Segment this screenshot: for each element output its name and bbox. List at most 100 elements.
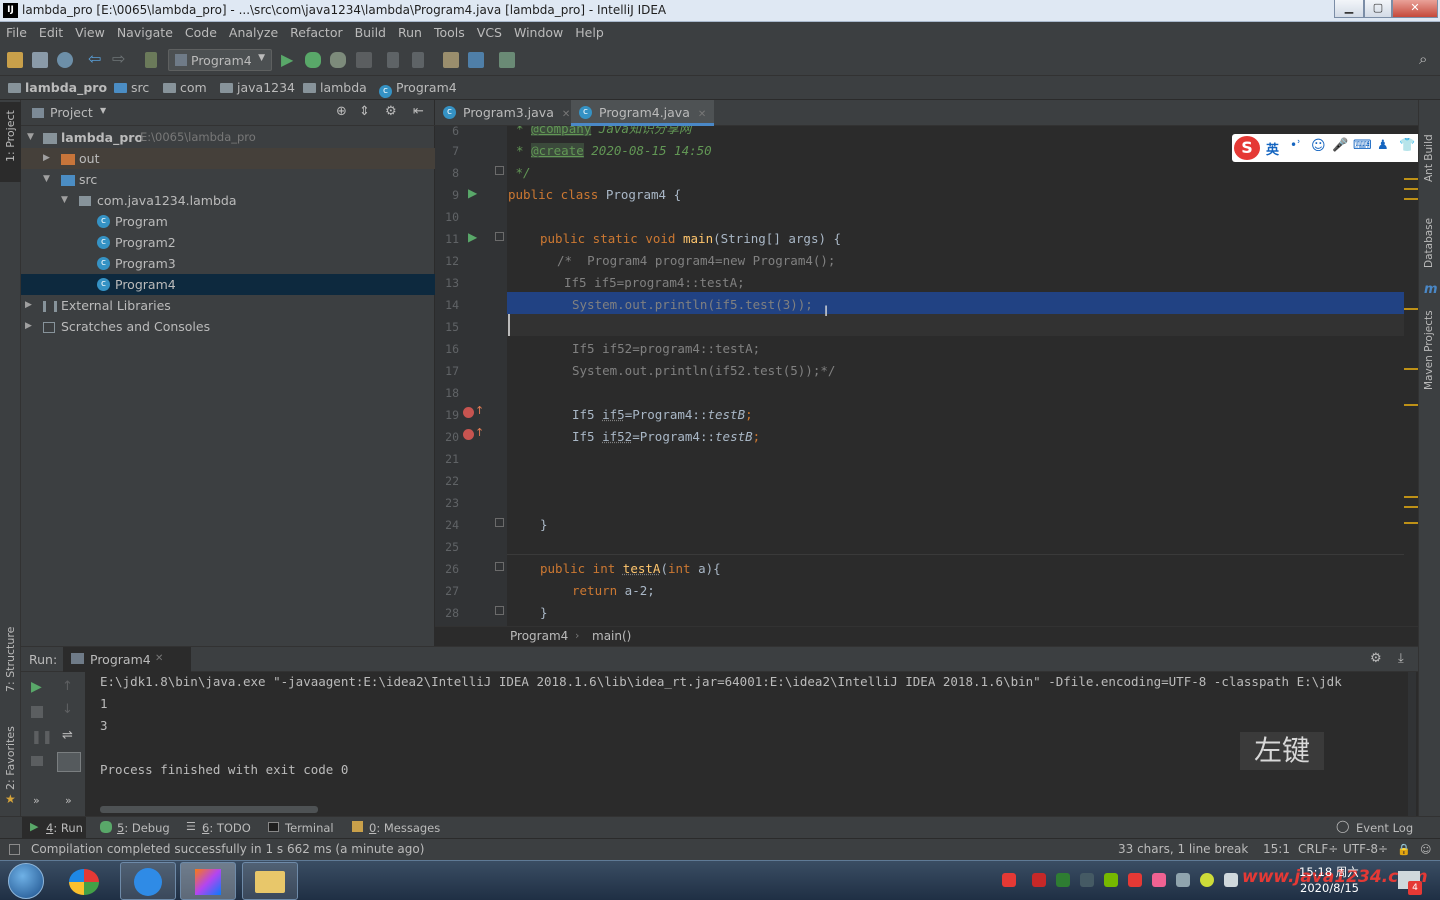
caret-position[interactable]: 15:1: [1263, 842, 1290, 856]
taskbar-app-intellij[interactable]: [180, 862, 236, 900]
project-structure-icon[interactable]: [387, 52, 399, 68]
punctuation-icon[interactable]: •ʾ: [1290, 138, 1301, 152]
fold-icon[interactable]: [495, 166, 504, 175]
run-console[interactable]: E:\jdk1.8\bin\java.exe "-javaagent:E:\id…: [85, 672, 1418, 816]
run-configuration-select[interactable]: Program4 ▼: [168, 49, 272, 71]
tool-todo-button[interactable]: ☰ 6: TODO: [186, 817, 256, 838]
menu-tools[interactable]: Tools: [428, 22, 471, 40]
implements-up-arrow-icon[interactable]: ↑: [475, 404, 484, 417]
stop-icon[interactable]: [31, 706, 43, 718]
pause-icon[interactable]: ❚❚: [31, 730, 53, 745]
gear-icon[interactable]: ⚙: [1370, 651, 1382, 666]
breadcrumb-com[interactable]: com: [163, 80, 207, 95]
run-main-gutter-icon[interactable]: ▶: [468, 230, 477, 244]
rerun-icon[interactable]: ▶: [31, 679, 42, 695]
tree-item-lambda-pro[interactable]: ▼ lambda_pro E:\0065\lambda_pro: [21, 127, 435, 148]
menu-code[interactable]: Code: [179, 22, 223, 40]
debug-icon[interactable]: [305, 52, 321, 68]
warning-mark[interactable]: [1404, 506, 1418, 508]
tool-messages-button[interactable]: 0: Messages: [352, 817, 442, 838]
collapsed-arrow-icon[interactable]: ▶: [43, 153, 50, 163]
tree-item-src[interactable]: ▼ src: [21, 169, 435, 190]
collapsed-arrow-icon[interactable]: ▶: [25, 321, 32, 331]
up-arrow-icon[interactable]: ↑: [62, 679, 73, 694]
build-project-icon[interactable]: [145, 52, 157, 68]
tool-terminal-button[interactable]: Terminal: [268, 817, 338, 838]
more-actions-icon[interactable]: »: [65, 794, 72, 807]
vcs-update-icon[interactable]: [499, 52, 515, 68]
tree-item-package[interactable]: ▼ com.java1234.lambda: [21, 190, 435, 211]
skin-icon[interactable]: 👕: [1399, 138, 1415, 153]
expanded-arrow-icon[interactable]: ▼: [27, 132, 34, 142]
project-panel-title[interactable]: Project: [50, 105, 93, 120]
clock-time[interactable]: 15:18 周六: [1299, 864, 1359, 880]
minimize-button[interactable]: ▁: [1334, 0, 1364, 18]
editor-gutter[interactable]: 6 7 8 9 10 11 12 13 14 15 16 17 18 19 20…: [435, 124, 507, 626]
scroll-to-end-icon[interactable]: [57, 752, 81, 772]
dump-threads-icon[interactable]: [31, 756, 43, 766]
soft-wrap-icon[interactable]: ⇌: [62, 728, 73, 743]
save-all-icon[interactable]: [32, 52, 48, 68]
tray-app-icon[interactable]: [1032, 873, 1046, 887]
tool-debug-button[interactable]: 5: Debug: [100, 817, 175, 838]
error-gutter-icon[interactable]: [463, 407, 474, 418]
security-shield-icon[interactable]: [1056, 873, 1070, 887]
taskbar-app-explorer[interactable]: [242, 862, 298, 900]
warning-mark[interactable]: [1404, 308, 1418, 310]
breadcrumb-lambda[interactable]: lambda: [303, 80, 367, 95]
menu-view[interactable]: View: [69, 22, 111, 40]
start-button[interactable]: [8, 863, 44, 899]
menu-analyze[interactable]: Analyze: [223, 22, 284, 40]
maven-tool-label[interactable]: Maven Projects: [1423, 310, 1435, 390]
keyboard-icon[interactable]: ⌨: [1353, 138, 1372, 153]
expanded-arrow-icon[interactable]: ▼: [43, 174, 50, 184]
clock-date[interactable]: 2020/8/15: [1300, 881, 1359, 895]
warning-mark[interactable]: [1404, 522, 1418, 524]
user-icon[interactable]: ♟: [1377, 138, 1389, 153]
ime-toolbar[interactable]: S 英 •ʾ ☺ 🎤 ⌨ ♟ 👕 ▦: [1232, 134, 1438, 162]
breadcrumb-java1234[interactable]: java1234: [220, 80, 295, 95]
menu-file[interactable]: File: [0, 22, 33, 40]
warning-mark[interactable]: [1404, 188, 1418, 190]
fold-icon[interactable]: [495, 518, 504, 527]
run-icon[interactable]: ▶: [281, 52, 297, 68]
collapse-all-icon[interactable]: ⇕: [359, 104, 370, 119]
emoji-icon[interactable]: ☺: [1311, 138, 1326, 154]
file-encoding[interactable]: UTF-8÷: [1343, 842, 1388, 856]
menu-build[interactable]: Build: [349, 22, 392, 40]
collapsed-arrow-icon[interactable]: ▶: [25, 300, 32, 310]
network-icon[interactable]: [1176, 873, 1190, 887]
favorites-tool-label[interactable]: 2: Favorites: [4, 726, 17, 790]
tree-item-scratches[interactable]: ▶ Scratches and Consoles: [21, 316, 435, 337]
editor-crumb-method[interactable]: main(): [592, 629, 631, 643]
stop-icon[interactable]: [356, 52, 372, 68]
menu-help[interactable]: Help: [569, 22, 610, 40]
breadcrumb-project[interactable]: lambda_pro: [8, 80, 107, 95]
run-with-coverage-icon[interactable]: [330, 52, 346, 68]
project-structure-grid-icon[interactable]: [468, 52, 484, 68]
horizontal-scrollbar[interactable]: [100, 806, 318, 813]
tab-program4[interactable]: c Program4.java ✕: [571, 100, 715, 126]
event-log-button[interactable]: ◯ Event Log: [1336, 817, 1416, 838]
structure-tool-label[interactable]: 7: Structure: [4, 627, 17, 692]
toggle-tool-windows-icon[interactable]: [9, 844, 20, 855]
breadcrumb-class[interactable]: c Program4: [379, 80, 457, 98]
tree-item-program[interactable]: c Program: [21, 211, 435, 232]
menu-navigate[interactable]: Navigate: [111, 22, 179, 40]
forward-arrow-icon[interactable]: ⇨: [112, 51, 128, 68]
fold-icon[interactable]: [495, 606, 504, 615]
nvidia-icon[interactable]: [1104, 873, 1118, 887]
warning-mark[interactable]: [1404, 404, 1418, 406]
database-tool-label[interactable]: Database: [1423, 218, 1435, 268]
hide-panel-icon[interactable]: ⤓: [1398, 651, 1404, 666]
run-class-gutter-icon[interactable]: ▶: [468, 186, 477, 200]
editor-crumb-class[interactable]: Program4: [510, 629, 568, 643]
error-stripe[interactable]: [1404, 126, 1418, 626]
tree-item-external-libraries[interactable]: ▶ External Libraries: [21, 295, 435, 316]
status-message[interactable]: Compilation completed successfully in 1 …: [31, 842, 424, 856]
warning-mark[interactable]: [1404, 496, 1418, 498]
code-editor[interactable]: * @company Java知识分享网 * @create 2020-08-1…: [507, 126, 1418, 626]
ant-build-tool-label[interactable]: Ant Build: [1423, 134, 1435, 182]
back-arrow-icon[interactable]: ⇦: [88, 51, 104, 68]
warning-mark[interactable]: [1404, 368, 1418, 370]
